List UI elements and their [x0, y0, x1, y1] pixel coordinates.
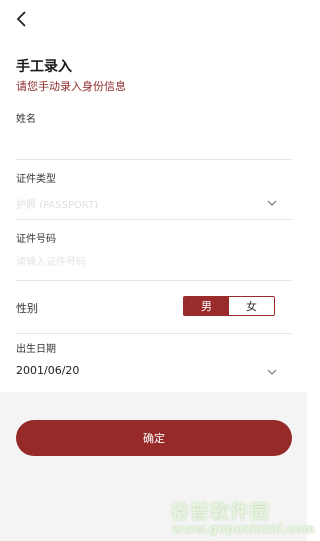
id-type-value[interactable]: 护照 (PASSPORT): [16, 196, 98, 211]
gender-label: 性别: [16, 302, 38, 315]
id-type-divider: [16, 219, 292, 220]
name-input[interactable]: [16, 136, 276, 152]
name-label: 姓名: [16, 114, 36, 125]
watermark: 谷普软件园 www.gupuxlazal.com: [166, 497, 315, 539]
name-divider: [16, 159, 292, 160]
page-title: 手工录入: [16, 59, 72, 75]
watermark-text: 谷普软件园: [170, 501, 271, 523]
id-number-divider: [16, 280, 292, 281]
birth-date-label: 出生日期: [16, 344, 56, 355]
confirm-button[interactable]: 确定: [16, 420, 292, 456]
back-button[interactable]: [12, 8, 32, 30]
id-type-label: 证件类型: [16, 174, 56, 185]
birth-date-value[interactable]: 2001/06/20: [16, 364, 79, 377]
chevron-down-icon[interactable]: [267, 199, 277, 207]
gender-option-female[interactable]: 女: [229, 297, 274, 315]
id-number-input[interactable]: [16, 254, 276, 270]
id-number-label: 证件号码: [16, 234, 56, 245]
gender-divider: [16, 333, 292, 334]
chevron-left-icon: [16, 11, 26, 27]
gender-option-male[interactable]: 男: [184, 297, 229, 315]
chevron-down-icon[interactable]: [267, 368, 277, 376]
page-subtitle: 请您手动录入身份信息: [16, 80, 126, 93]
gender-toggle: 男 女: [183, 296, 275, 316]
watermark-url: www.gupuxlazal.com: [172, 522, 315, 536]
